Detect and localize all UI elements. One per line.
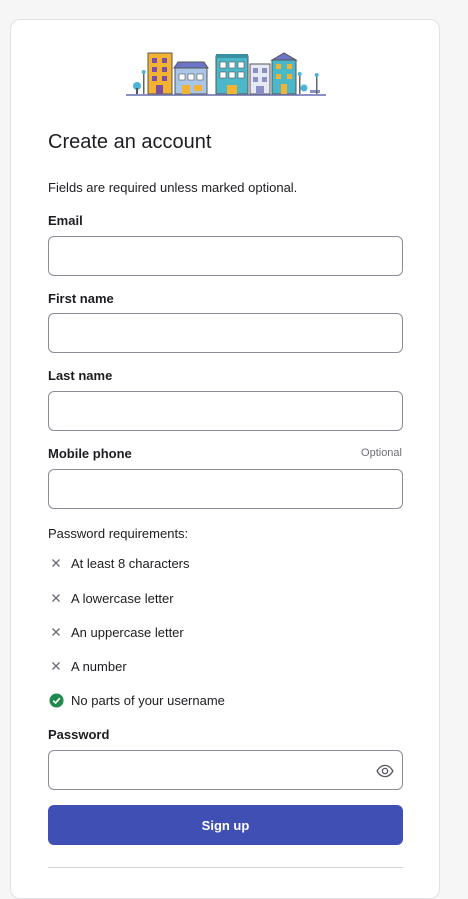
required-fields-hint: Fields are required unless marked option… <box>48 180 298 195</box>
check-circle-icon <box>48 692 64 708</box>
x-icon <box>48 555 64 571</box>
requirement-label: No parts of your username <box>71 692 225 708</box>
last-name-field-box <box>48 391 403 431</box>
mobile-phone-label: Mobile phone <box>48 446 132 461</box>
signup-card: Create an account Fields are required un… <box>10 19 440 899</box>
mobile-phone-input[interactable] <box>49 470 402 508</box>
password-field-box <box>48 750 403 790</box>
city-buildings-illustration <box>126 52 326 96</box>
requirement-label: A number <box>71 658 127 674</box>
mobile-phone-field-box <box>48 469 403 509</box>
requirement-item: A number <box>48 658 127 674</box>
password-requirements-title: Password requirements: <box>48 526 189 541</box>
last-name-input[interactable] <box>49 392 402 430</box>
optional-tag: Optional <box>361 447 402 459</box>
sign-up-button[interactable]: Sign up <box>48 805 403 845</box>
requirement-item: An uppercase letter <box>48 624 184 640</box>
requirement-item: A lowercase letter <box>48 590 174 606</box>
last-name-label: Last name <box>48 368 113 383</box>
password-label: Password <box>48 727 110 742</box>
eye-icon[interactable] <box>376 762 394 780</box>
email-field-box <box>48 236 403 276</box>
first-name-field-box <box>48 313 403 353</box>
first-name-input[interactable] <box>49 314 402 352</box>
email-input[interactable] <box>49 237 402 275</box>
requirement-label: At least 8 characters <box>71 555 190 571</box>
requirement-item: No parts of your username <box>48 692 225 708</box>
requirement-label: An uppercase letter <box>71 624 184 640</box>
divider <box>48 867 403 868</box>
x-icon <box>48 624 64 640</box>
requirement-item: At least 8 characters <box>48 555 190 571</box>
page-title: Create an account <box>48 131 212 153</box>
requirement-label: A lowercase letter <box>71 590 174 606</box>
email-label: Email <box>48 213 83 228</box>
x-icon <box>48 658 64 674</box>
x-icon <box>48 590 64 606</box>
password-input[interactable] <box>49 751 402 789</box>
first-name-label: First name <box>48 291 114 306</box>
